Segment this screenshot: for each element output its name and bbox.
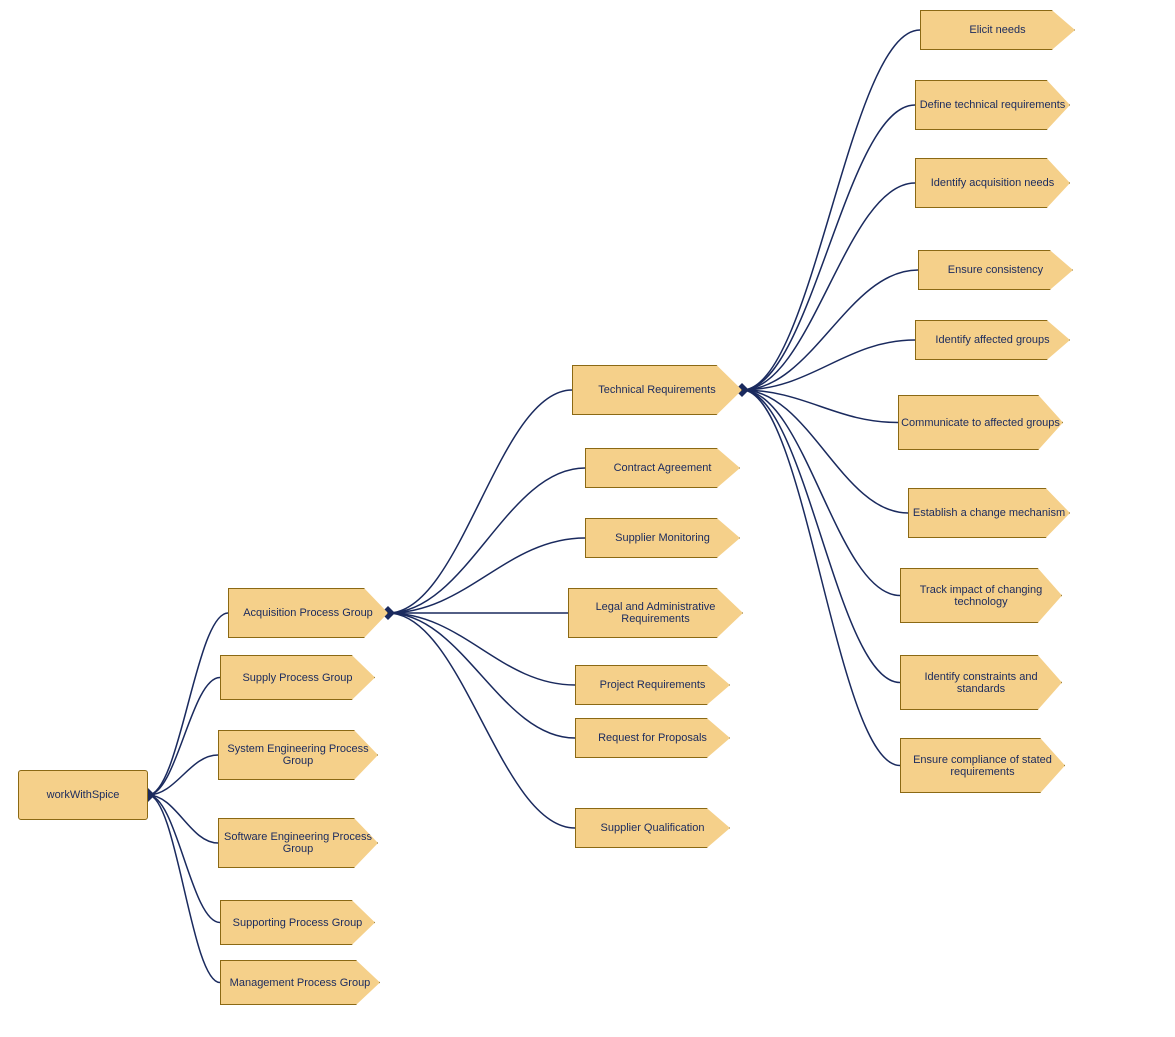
connection-techreq-id_affected (742, 340, 915, 390)
node-support[interactable]: Supporting Process Group (220, 900, 375, 945)
node-syseng[interactable]: System Engineering Process Group (218, 730, 378, 780)
node-communicate[interactable]: Communicate to affected groups (898, 395, 1063, 450)
connection-root-acq (148, 613, 228, 795)
connection-root-support (148, 795, 220, 923)
node-supply[interactable]: Supply Process Group (220, 655, 375, 700)
node-acq[interactable]: Acquisition Process Group (228, 588, 388, 638)
connection-techreq-id_constraints (742, 390, 900, 683)
connection-root-mgmt (148, 795, 220, 983)
node-rfp[interactable]: Request for Proposals (575, 718, 730, 758)
node-supplier_mon[interactable]: Supplier Monitoring (585, 518, 740, 558)
node-legal[interactable]: Legal and Administrative Requirements (568, 588, 743, 638)
node-mgmt[interactable]: Management Process Group (220, 960, 380, 1005)
node-establish[interactable]: Establish a change mechanism (908, 488, 1070, 538)
node-track[interactable]: Track impact of changing technology (900, 568, 1062, 623)
node-define_tech[interactable]: Define technical requirements (915, 80, 1070, 130)
node-techreq[interactable]: Technical Requirements (572, 365, 742, 415)
node-ensure_comply[interactable]: Ensure compliance of stated requirements (900, 738, 1065, 793)
node-id_acq[interactable]: Identify acquisition needs (915, 158, 1070, 208)
node-softeng[interactable]: Software Engineering Process Group (218, 818, 378, 868)
connection-techreq-elicit (742, 30, 920, 390)
connection-root-softeng (148, 795, 218, 843)
mind-map-container: workWithSpice Acquisition Process Group Su… (0, 0, 1175, 1037)
node-supplier_qual[interactable]: Supplier Qualification (575, 808, 730, 848)
node-id_affected[interactable]: Identify affected groups (915, 320, 1070, 360)
connection-root-supply (148, 678, 220, 796)
connection-acq-supplier_mon (388, 538, 585, 613)
node-root[interactable]: workWithSpice (18, 770, 148, 820)
node-id_constraints[interactable]: Identify constraints and standards (900, 655, 1062, 710)
connection-techreq-id_acq (742, 183, 915, 390)
node-elicit[interactable]: Elicit needs (920, 10, 1075, 50)
connection-techreq-define_tech (742, 105, 915, 390)
connection-acq-supplier_qual (388, 613, 575, 828)
node-ensure_consist[interactable]: Ensure consistency (918, 250, 1073, 290)
node-projreq[interactable]: Project Requirements (575, 665, 730, 705)
node-contract[interactable]: Contract Agreement (585, 448, 740, 488)
